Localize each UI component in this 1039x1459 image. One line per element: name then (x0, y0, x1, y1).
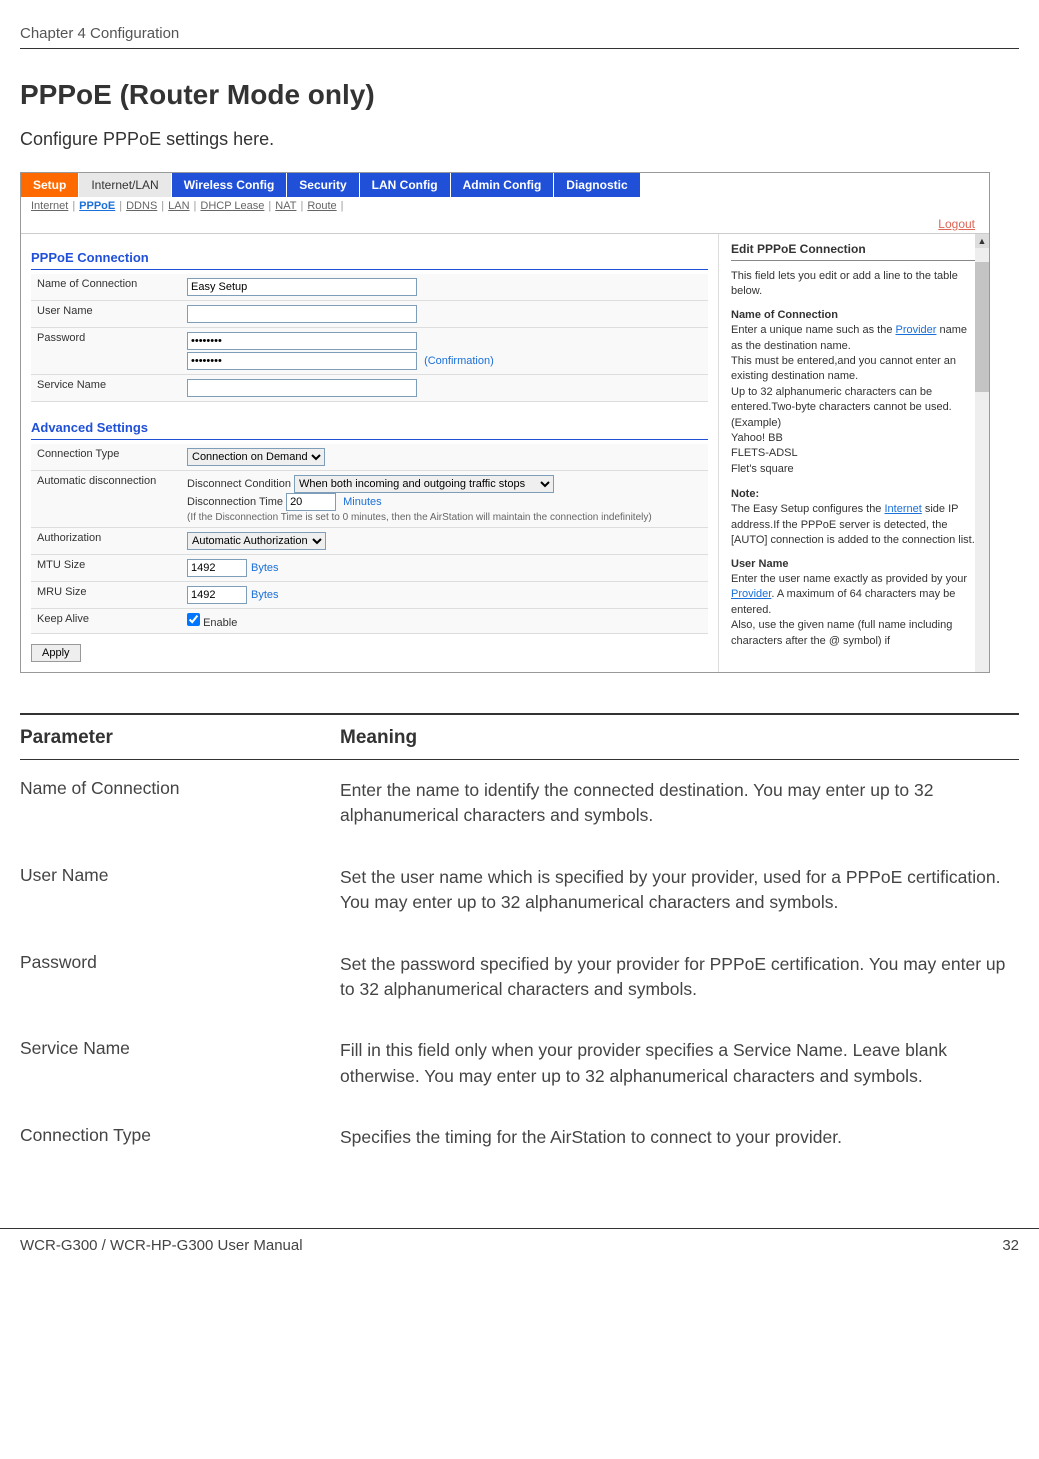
conn-type-select[interactable]: Connection on Demand (187, 448, 325, 466)
help-examples: Yahoo! BB FLETS-ADSL Flet's square (731, 432, 798, 475)
keep-label: Keep Alive (31, 609, 181, 634)
mtu-label: MTU Size (31, 555, 181, 582)
mru-units: Bytes (251, 589, 279, 601)
disc-cond-label: Disconnect Condition (187, 478, 291, 490)
subtab-lan[interactable]: LAN (168, 200, 189, 212)
mtu-input[interactable] (187, 559, 247, 577)
service-label: Service Name (31, 375, 181, 402)
param-name: Password (20, 952, 340, 1003)
param-header: Parameter Meaning (20, 727, 1019, 760)
param-name: Connection Type (20, 1125, 340, 1150)
param-header-parameter: Parameter (20, 727, 340, 749)
help-note-body: The Easy Setup configures the (731, 503, 884, 515)
disc-time-input[interactable] (286, 493, 336, 511)
param-row: Connection Type Specifies the timing for… (20, 1107, 1019, 1168)
help-scrollbar[interactable]: ▲ (975, 234, 989, 672)
auth-label: Authorization (31, 528, 181, 555)
logout-link[interactable]: Logout (21, 215, 989, 234)
user-label: User Name (31, 301, 181, 328)
subtab-dhcp-lease[interactable]: DHCP Lease (200, 200, 264, 212)
tab-diagnostic[interactable]: Diagnostic (554, 173, 640, 197)
tab-lan-config[interactable]: LAN Config (360, 173, 451, 197)
auth-select[interactable]: Automatic Authorization (187, 532, 326, 550)
disc-time-label: Disconnection Time (187, 496, 283, 508)
main-tabs: Setup Internet/LAN Wireless Config Secur… (21, 173, 989, 197)
help-user-title: User Name (731, 557, 977, 572)
chapter-header: Chapter 4 Configuration (20, 25, 1019, 49)
tab-security[interactable]: Security (287, 173, 359, 197)
sub-tabs: Internet| PPPoE| DDNS| LAN| DHCP Lease| … (21, 197, 989, 215)
help-user-cutoff: characters after the @ symbol) if (731, 635, 890, 647)
scroll-up-icon[interactable]: ▲ (975, 234, 989, 248)
param-meaning: Enter the name to identify the connected… (340, 778, 1019, 829)
conn-type-label: Connection Type (31, 444, 181, 471)
footer-manual: WCR-G300 / WCR-HP-G300 User Manual (20, 1237, 303, 1254)
service-input[interactable] (187, 379, 417, 397)
advanced-form: Connection Type Connection on Demand Aut… (31, 444, 708, 634)
help-internet-link[interactable]: Internet (884, 503, 921, 515)
scroll-thumb[interactable] (975, 262, 989, 392)
subtab-pppoe[interactable]: PPPoE (79, 200, 115, 212)
help-body: This field lets you edit or add a line t… (731, 269, 977, 649)
help-user-body1: Enter the user name exactly as provided … (731, 573, 967, 585)
param-meaning: Set the user name which is specified by … (340, 865, 1019, 916)
disc-time-units: Minutes (343, 496, 382, 508)
param-row: Password Set the password specified by y… (20, 934, 1019, 1021)
param-meaning: Fill in this field only when your provid… (340, 1038, 1019, 1089)
param-name: Name of Connection (20, 778, 340, 829)
disc-note: (If the Disconnection Time is set to 0 m… (187, 512, 652, 523)
mru-label: MRU Size (31, 582, 181, 609)
keep-enable-text: Enable (203, 617, 237, 629)
subtab-nat[interactable]: NAT (275, 200, 296, 212)
disc-cond-select[interactable]: When both incoming and outgoing traffic … (294, 475, 554, 493)
tab-wireless[interactable]: Wireless Config (172, 173, 288, 197)
help-name-body1: Enter a unique name such as the (731, 324, 896, 336)
help-name-title: Name of Connection (731, 308, 977, 323)
help-title: Edit PPPoE Connection (731, 242, 977, 261)
footer-page: 32 (1002, 1237, 1019, 1254)
tab-setup[interactable]: Setup (21, 173, 79, 197)
param-meaning: Set the password specified by your provi… (340, 952, 1019, 1003)
help-examples-label: (Example) (731, 417, 781, 429)
tab-internet-lan[interactable]: Internet/LAN (79, 173, 171, 197)
help-user-provider-link[interactable]: Provider (731, 588, 771, 600)
param-row: Service Name Fill in this field only whe… (20, 1020, 1019, 1107)
password-input[interactable] (187, 332, 417, 350)
password-label: Password (31, 328, 181, 375)
mru-input[interactable] (187, 586, 247, 604)
pppoe-connection-heading: PPPoE Connection (31, 244, 708, 270)
param-name: User Name (20, 865, 340, 916)
param-row: User Name Set the user name which is spe… (20, 847, 1019, 934)
tab-admin-config[interactable]: Admin Config (451, 173, 555, 197)
help-name-body3: This must be entered,and you cannot ente… (731, 355, 956, 382)
name-label: Name of Connection (31, 274, 181, 301)
param-name: Service Name (20, 1038, 340, 1089)
apply-button[interactable]: Apply (31, 644, 81, 662)
help-user-body3: Also, use the given name (full name incl… (731, 619, 952, 631)
config-screenshot: Setup Internet/LAN Wireless Config Secur… (20, 172, 990, 673)
help-name-body4: Up to 32 alphanumeric characters can be … (731, 386, 952, 413)
section-intro: Configure PPPoE settings here. (20, 129, 1019, 150)
subtab-ddns[interactable]: DDNS (126, 200, 157, 212)
advanced-heading: Advanced Settings (31, 414, 708, 440)
help-provider-link[interactable]: Provider (896, 324, 937, 336)
pppoe-form: Name of Connection User Name Password (C… (31, 274, 708, 402)
help-note-label: Note: (731, 488, 759, 500)
subtab-internet[interactable]: Internet (31, 200, 68, 212)
help-intro: This field lets you edit or add a line t… (731, 270, 958, 297)
subtab-route[interactable]: Route (307, 200, 336, 212)
name-input[interactable] (187, 278, 417, 296)
param-meaning: Specifies the timing for the AirStation … (340, 1125, 1019, 1150)
param-row: Name of Connection Enter the name to ide… (20, 760, 1019, 847)
keep-alive-checkbox[interactable] (187, 613, 200, 626)
confirm-suffix: (Confirmation) (424, 355, 494, 367)
auto-disc-label: Automatic disconnection (31, 471, 181, 528)
section-title: PPPoE (Router Mode only) (20, 79, 1019, 111)
page-footer: WCR-G300 / WCR-HP-G300 User Manual 32 (0, 1228, 1039, 1268)
param-header-meaning: Meaning (340, 727, 1019, 749)
user-input[interactable] (187, 305, 417, 323)
password-confirm-input[interactable] (187, 352, 417, 370)
mtu-units: Bytes (251, 562, 279, 574)
